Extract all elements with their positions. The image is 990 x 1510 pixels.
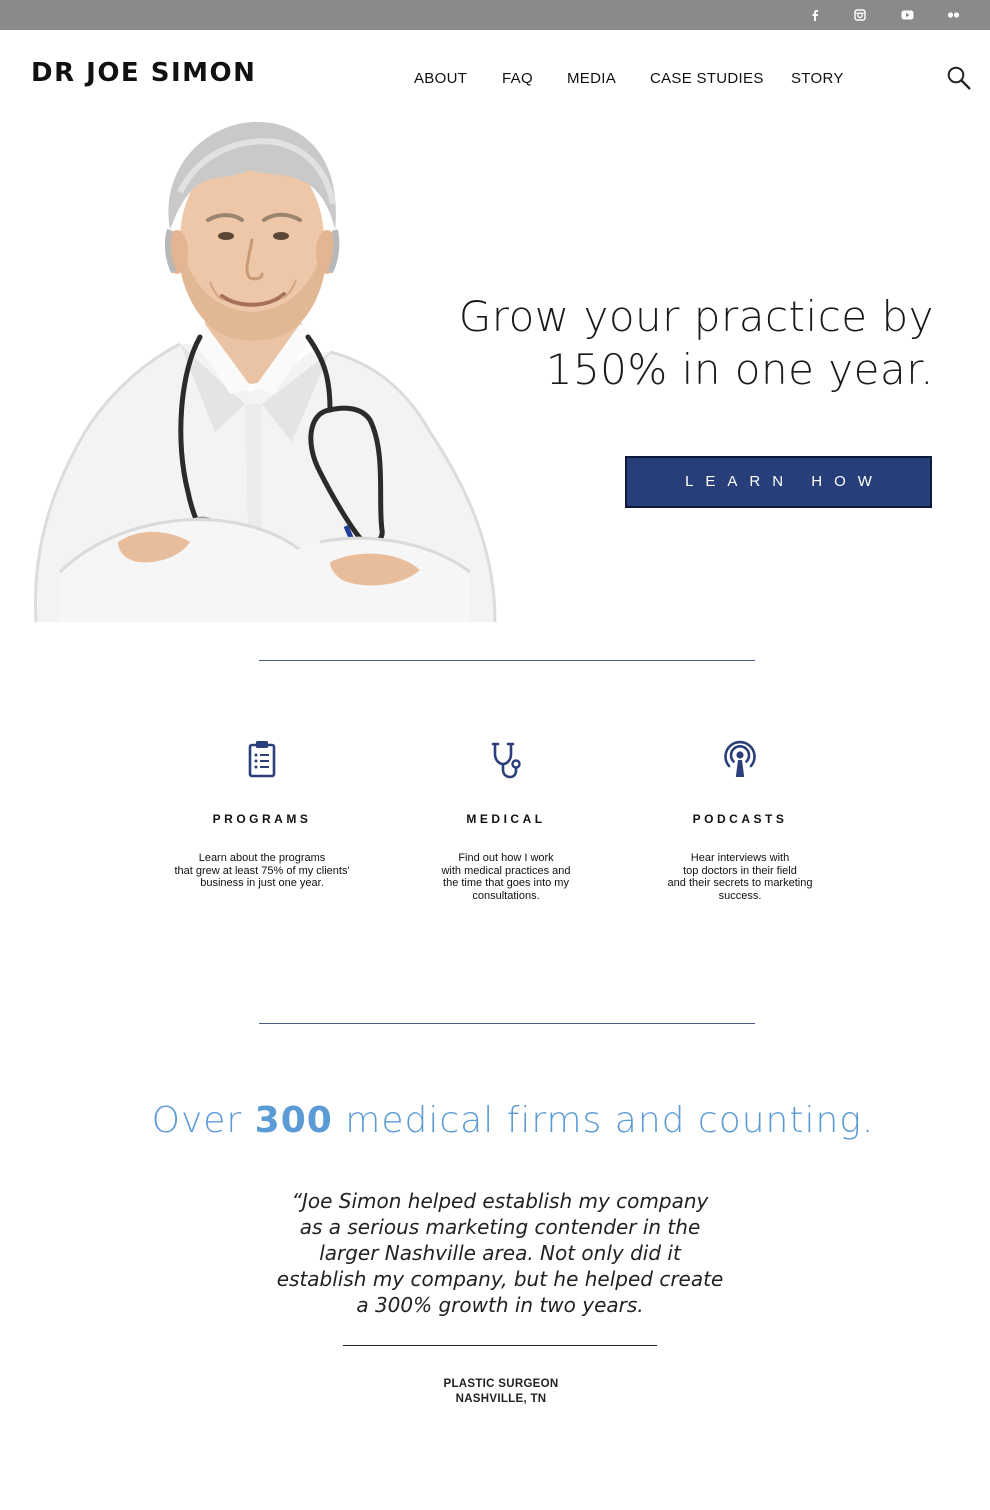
instagram-icon [854,9,866,21]
hero-headline: Grow your practice by 150% in one year. [420,290,934,396]
stats-suffix: medical firms and counting. [332,1100,875,1141]
feature-podcasts-title: PODCASTS [692,812,788,826]
social-bar [0,0,990,30]
testimonial-attribution: PLASTIC SURGEON NASHVILLE, TN [0,1377,990,1407]
section-divider-top [259,660,755,661]
nav-item-media[interactable]: MEDIA [567,70,616,88]
testimonial-role: PLASTIC SURGEON [443,1378,559,1390]
learn-how-button[interactable]: LEARN HOW [625,456,932,508]
nav-item-case-studies[interactable]: CASE STUDIES [650,70,764,88]
feature-programs[interactable]: PROGRAMS Learn about the programs that g… [142,738,382,890]
search-button[interactable] [946,65,972,91]
feature-medical[interactable]: MEDICAL Find out how I work with medical… [386,738,626,902]
instagram-link[interactable] [849,0,871,30]
nav-item-story[interactable]: STORY [791,70,844,88]
feature-podcasts-text: Hear interviews with top doctors in thei… [667,852,813,902]
feature-podcasts[interactable]: PODCASTS Hear interviews with top doctor… [620,738,860,902]
podcast-icon [724,740,756,777]
testimonial-quote: “Joe Simon helped establish my company a… [276,1189,724,1317]
feature-medical-text: Find out how I work with medical practic… [441,852,571,902]
feature-medical-title: MEDICAL [466,812,546,826]
nav-item-faq[interactable]: FAQ [502,70,533,88]
hero-headline-line-1: Grow your practice by [458,292,934,341]
youtube-icon [901,10,913,20]
testimonial-location: NASHVILLE, TN [455,1393,547,1405]
feature-programs-title: PROGRAMS [212,812,312,826]
testimonial-divider [343,1345,657,1346]
search-icon [947,66,971,90]
feature-programs-text: Learn about the programs that grew at le… [174,852,350,890]
facebook-link[interactable] [804,0,826,30]
section-divider-bottom [259,1023,755,1024]
clipboard-icon [248,741,276,778]
flickr-icon [947,12,959,18]
hero-headline-line-2: 150% in one year. [545,345,934,394]
flickr-link[interactable] [942,0,964,30]
nav-item-about[interactable]: ABOUT [414,70,467,88]
site-logo[interactable]: DR JOE SIMON [31,58,256,88]
stethoscope-icon [491,742,521,779]
stats-prefix: Over [151,1100,255,1141]
youtube-link[interactable] [896,0,918,30]
stats-headline: Over 300 medical firms and counting. [0,1100,990,1141]
facebook-icon [812,10,818,21]
stats-number: 300 [254,1100,333,1141]
